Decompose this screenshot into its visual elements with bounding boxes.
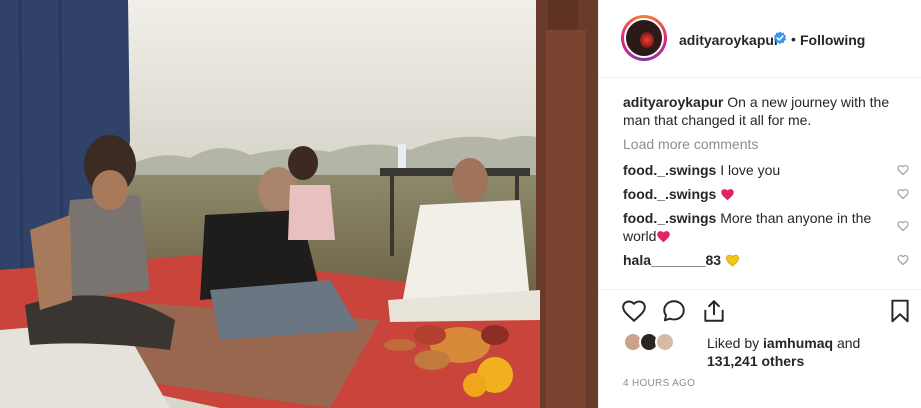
share-icon[interactable] [701, 298, 727, 324]
photo-scene [0, 0, 598, 408]
bookmark-icon[interactable] [887, 298, 913, 324]
comment-text: I love you [716, 162, 781, 178]
verified-badge-icon [773, 31, 787, 45]
comment-like-icon[interactable] [897, 188, 909, 200]
heart-outline-icon[interactable] [621, 298, 647, 324]
comment-username[interactable]: food._.swings [623, 186, 716, 202]
comment-username[interactable]: food._.swings [623, 210, 716, 226]
post-caption: adityaroykapur On a new journey with the… [623, 93, 893, 129]
comment-item: food._.swings [623, 185, 883, 203]
liked-by-joiner: and [833, 335, 861, 351]
comment-bubble-icon[interactable] [661, 298, 687, 324]
red-heart-icon [657, 231, 671, 243]
comment-item: hala_______83 [623, 251, 883, 269]
comment-like-icon[interactable] [897, 220, 909, 232]
post-header: adityaroykapur • Following [599, 0, 921, 78]
comment-username[interactable]: hala_______83 [623, 252, 721, 268]
post-actions: Liked by iamhumaq and 131,241 others 4 HO… [599, 289, 921, 408]
following-button[interactable]: Following [800, 32, 865, 48]
yellow-heart-icon [725, 254, 740, 267]
comment-username[interactable]: food._.swings [623, 162, 716, 178]
liked-by-text: Liked by iamhumaq and 131,241 others [707, 334, 907, 370]
liker-avatar[interactable] [655, 332, 675, 352]
comment-item: food._.swings I love you [623, 161, 883, 179]
post-photo[interactable] [0, 0, 598, 408]
load-more-comments-button[interactable]: Load more comments [623, 136, 758, 152]
header-username[interactable]: adityaroykapur [679, 32, 779, 48]
header-separator: • [791, 31, 796, 47]
avatar[interactable] [621, 15, 667, 61]
likes-count[interactable]: 131,241 others [707, 353, 804, 369]
red-heart-icon [721, 189, 734, 201]
post-timestamp[interactable]: 4 HOURS AGO [623, 378, 695, 389]
liked-by-prefix: Liked by [707, 335, 764, 351]
avatar-image [624, 18, 664, 58]
comment-like-icon[interactable] [897, 254, 909, 266]
comment-like-icon[interactable] [897, 164, 909, 176]
liker-username[interactable]: iamhumaq [763, 335, 833, 351]
comments-section: adityaroykapur On a new journey with the… [599, 79, 921, 289]
comment-item: food._.swings More than anyone in the wo… [623, 209, 883, 245]
post-sidebar: adityaroykapur • Following adityaroykapu… [598, 0, 921, 408]
caption-username[interactable]: adityaroykapur [623, 94, 723, 110]
